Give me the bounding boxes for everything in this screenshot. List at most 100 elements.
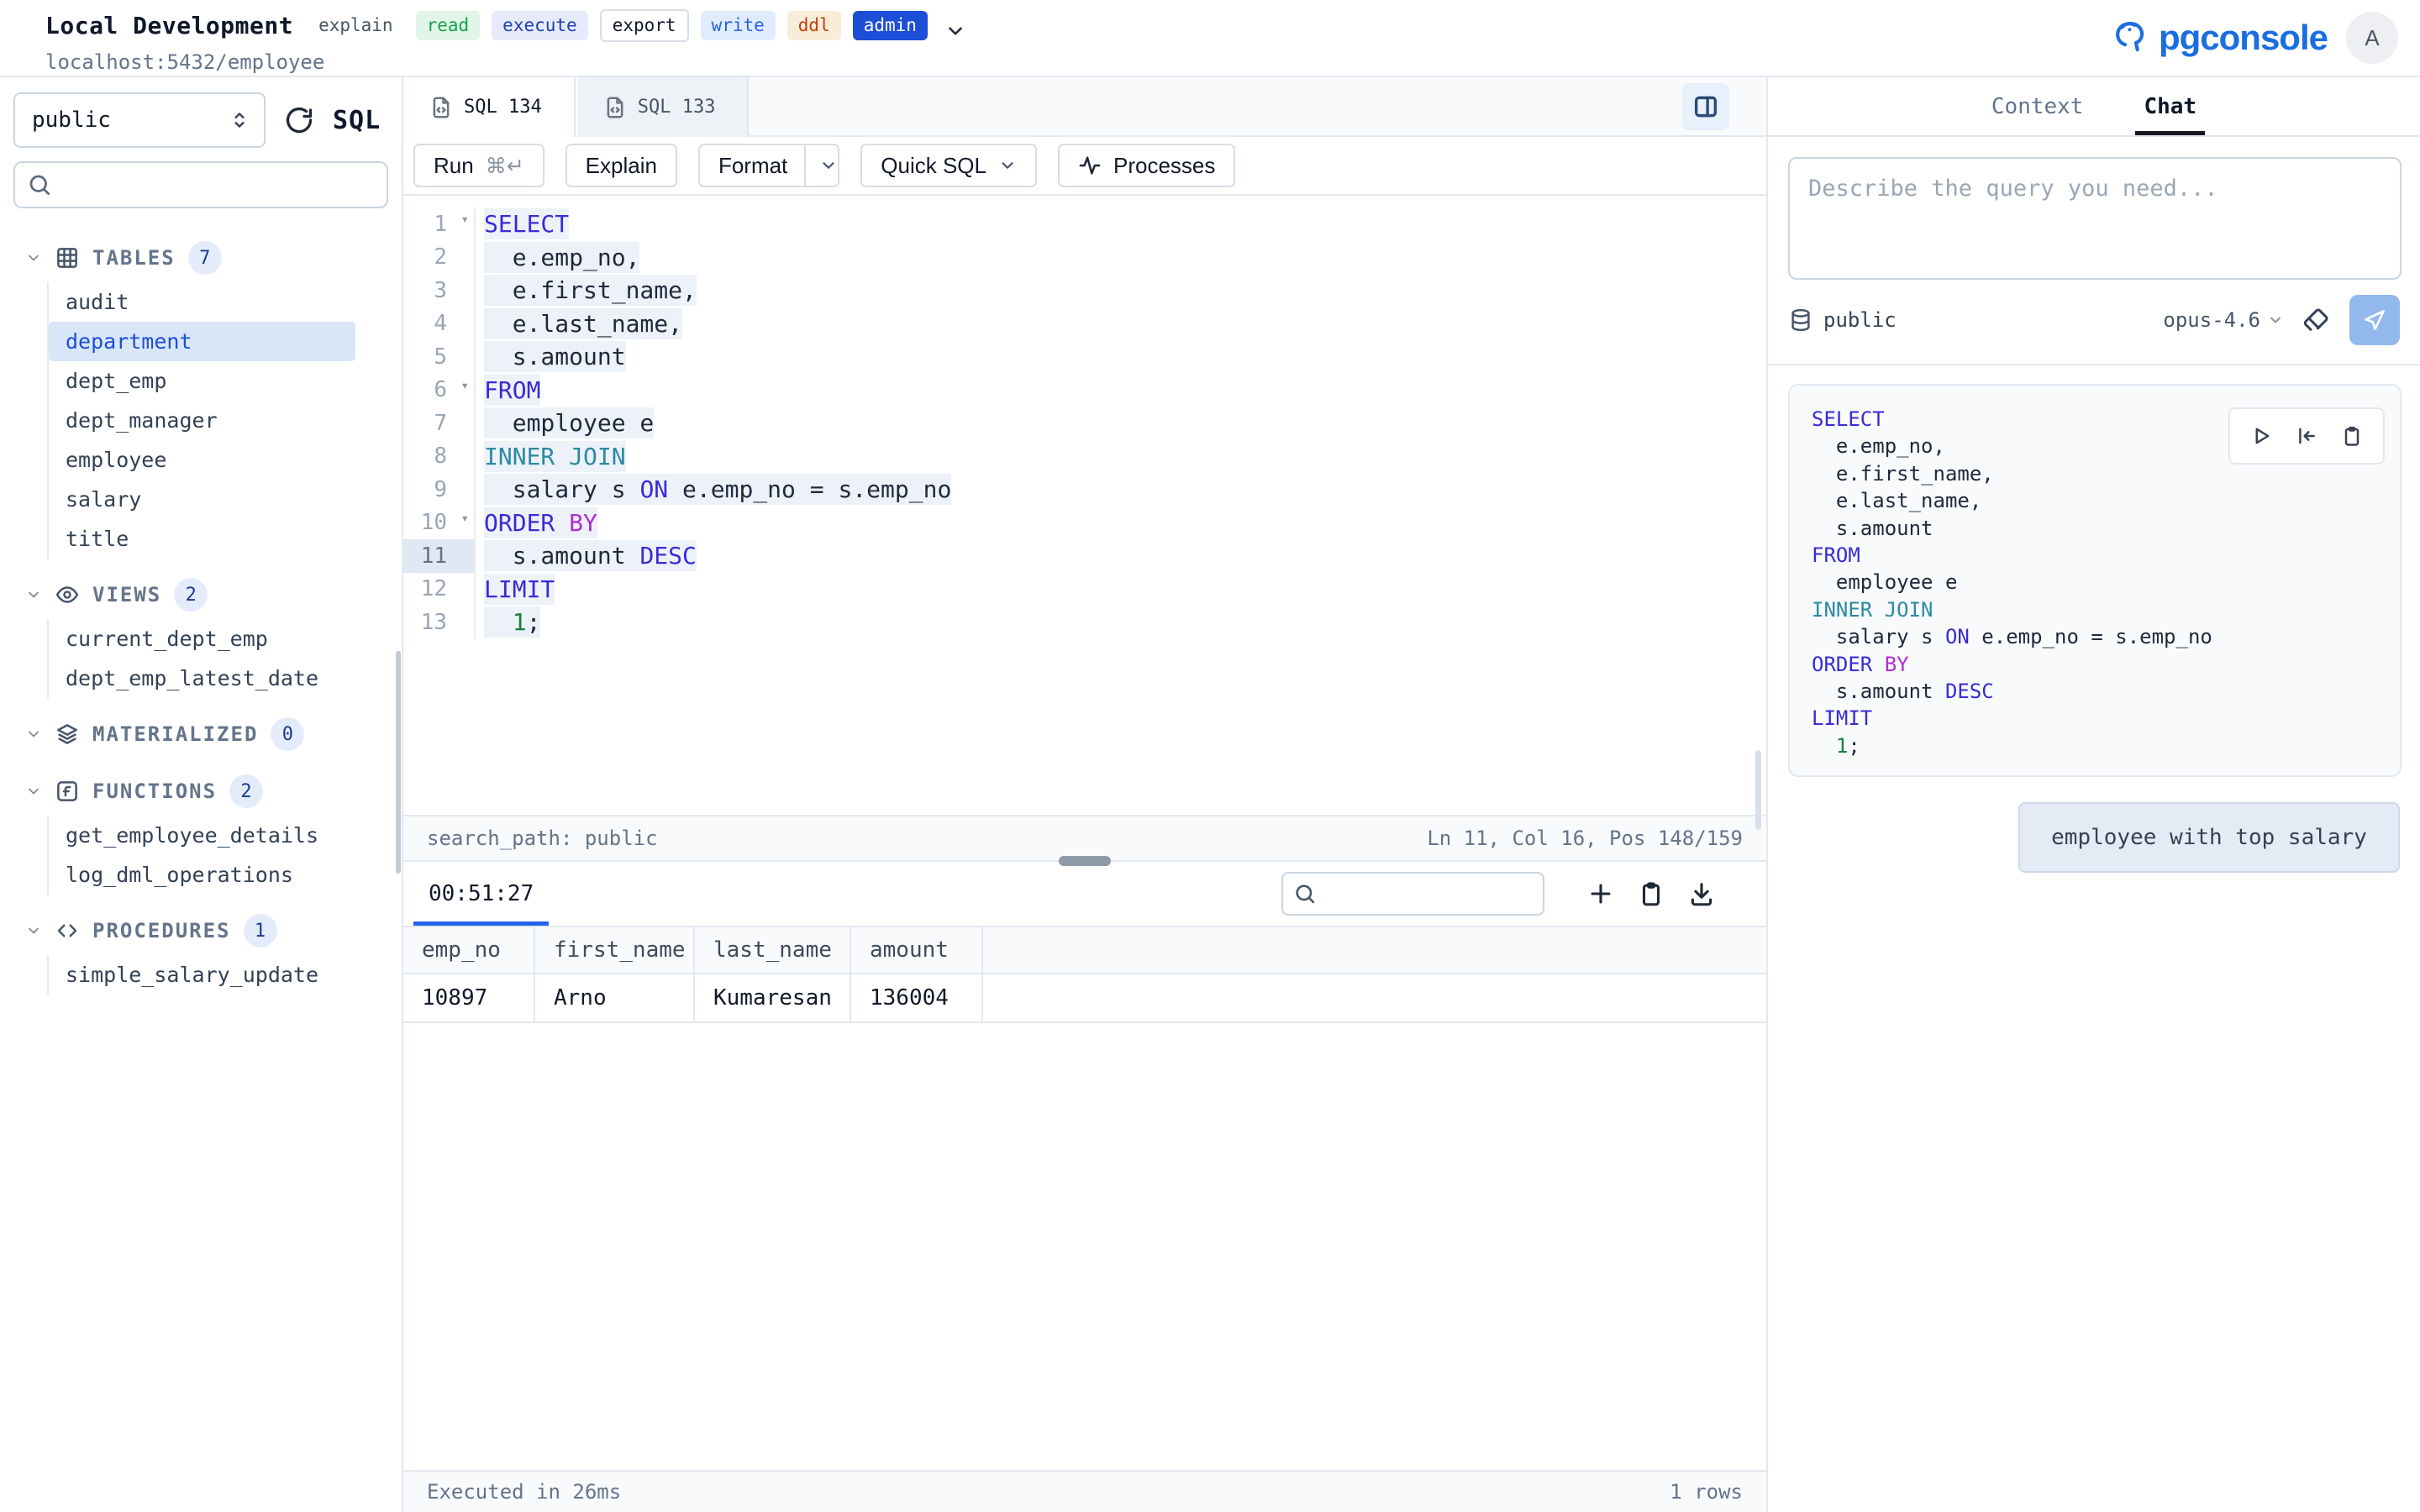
code-line-6: 6▾FROM	[403, 374, 1766, 407]
download-results-button[interactable]	[1687, 879, 1716, 908]
column-header-emp_no[interactable]: emp_no	[403, 927, 535, 973]
result-set-tab[interactable]: 00:51:27	[420, 862, 542, 926]
section-header-procedures[interactable]: PROCEDURES1	[0, 910, 402, 952]
code-content[interactable]: s.amount DESC	[476, 542, 697, 570]
run-button[interactable]: Run ⌘↵	[413, 144, 544, 187]
sql-tab-sql-133[interactable]: SQL 133	[576, 77, 750, 137]
assistant-code-line-12: LIMIT	[1812, 705, 2378, 732]
gutter-line-11[interactable]: 11	[403, 539, 476, 573]
results-search[interactable]	[1281, 872, 1544, 916]
sql-tab-sql-134[interactable]: SQL 134	[403, 77, 576, 137]
section-header-functions[interactable]: FUNCTIONS2	[0, 770, 402, 812]
section-header-views[interactable]: VIEWS2	[0, 574, 402, 616]
code-content[interactable]: FROM	[476, 376, 540, 404]
processes-button[interactable]: Processes	[1058, 144, 1235, 187]
section-views: VIEWS2current_dept_empdept_emp_latest_da…	[0, 574, 402, 698]
tab-context[interactable]: Context	[1991, 77, 2084, 135]
code-content[interactable]: salary s ON e.emp_no = s.emp_no	[476, 475, 951, 503]
clear-chat-button[interactable]	[2302, 306, 2331, 334]
send-button[interactable]	[2349, 295, 2400, 345]
quick-sql-button[interactable]: Quick SQL	[860, 144, 1037, 187]
code-content[interactable]: e.last_name,	[476, 310, 682, 338]
connection-menu-chevron-icon[interactable]	[944, 20, 966, 42]
gutter-line-3[interactable]: 3	[403, 274, 476, 307]
gutter-line-5[interactable]: 5	[403, 340, 476, 374]
code-line-1: 1▾ SELECT	[403, 207, 1766, 241]
add-result-tab-button[interactable]	[1586, 879, 1615, 908]
avatar[interactable]: A	[2346, 12, 2398, 64]
table-row[interactable]: 10897ArnoKumaresan136004	[403, 974, 1766, 1023]
code-content[interactable]: INNER JOIN	[476, 443, 626, 470]
gutter-line-6[interactable]: 6▾	[403, 374, 476, 407]
tree-item-current_dept_emp[interactable]: current_dept_emp	[49, 619, 355, 659]
section-functions: FUNCTIONS2 get_employee_detailslog_dml_op…	[0, 770, 402, 895]
code-icon	[55, 918, 80, 943]
gutter-line-12[interactable]: 12	[403, 573, 476, 606]
code-content[interactable]: LIMIT	[476, 575, 555, 603]
fold-marker-icon[interactable]: ▾	[460, 377, 469, 393]
code-content[interactable]: e.emp_no,	[476, 244, 639, 271]
assistant-tab-bar: Context Chat	[1768, 77, 2420, 137]
insert-sql-button[interactable]	[2295, 424, 2318, 448]
schema-select[interactable]: public	[13, 92, 266, 148]
column-header-first_name[interactable]: first_name	[535, 927, 695, 973]
code-content[interactable]: e.first_name,	[476, 276, 697, 304]
gutter-line-1[interactable]: 1▾	[403, 207, 476, 241]
sql-editor[interactable]: 1▾ SELECT 2 e.emp_no,3 e.first_name,4 e.la…	[403, 196, 1766, 815]
gutter-line-4[interactable]: 4	[403, 307, 476, 341]
gutter-line-10[interactable]: 10▾	[403, 507, 476, 540]
statement-highlight: SELECT	[484, 208, 569, 239]
section-header-materialized[interactable]: MATERIALIZED0	[0, 713, 402, 755]
sidebar-scrollbar[interactable]	[396, 651, 401, 874]
tree-item-audit[interactable]: audit	[49, 282, 355, 322]
results-search-input[interactable]	[1325, 883, 1573, 905]
tree-item-salary[interactable]: salary	[49, 480, 355, 519]
tree-item-dept_emp[interactable]: dept_emp	[49, 361, 355, 401]
results-resize-handle[interactable]	[1059, 856, 1111, 866]
statement-highlight: ORDER BY	[484, 507, 597, 538]
sidebar-search-input[interactable]	[60, 173, 375, 197]
tree-item-employee[interactable]: employee	[49, 440, 355, 480]
tree-item-department[interactable]: department	[49, 322, 355, 361]
gutter-line-13[interactable]: 13	[403, 606, 476, 639]
tree-item-dept_manager[interactable]: dept_manager	[49, 401, 355, 440]
tree-item-dept_emp_latest_date[interactable]: dept_emp_latest_date	[49, 659, 355, 698]
fold-marker-icon[interactable]: ▾	[460, 211, 469, 227]
format-dropdown[interactable]	[804, 145, 838, 186]
format-button[interactable]: Format	[698, 144, 839, 187]
tree-item-log_dml_operations[interactable]: log_dml_operations	[49, 855, 355, 895]
run-suggested-sql-button[interactable]	[2249, 424, 2273, 448]
split-panel-button[interactable]	[1682, 83, 1729, 130]
model-select[interactable]: opus-4.6	[2163, 308, 2284, 332]
copy-results-button[interactable]	[1637, 879, 1665, 908]
fold-marker-icon[interactable]: ▾	[460, 510, 469, 526]
sidebar-search[interactable]	[13, 161, 388, 208]
tree-item-title[interactable]: title	[49, 519, 355, 559]
tree-item-get_employee_details[interactable]: get_employee_details	[49, 816, 355, 855]
gutter-line-2[interactable]: 2	[403, 241, 476, 275]
section-header-tables[interactable]: TABLES7	[0, 237, 402, 279]
tree-item-simple_salary_update[interactable]: simple_salary_update	[49, 955, 355, 995]
assistant-code-line-10: ORDER BY	[1812, 651, 2378, 678]
code-content[interactable]: s.amount	[476, 343, 626, 370]
gutter-line-8[interactable]: 8	[403, 440, 476, 474]
explain-button[interactable]: Explain	[566, 144, 677, 187]
column-header-amount[interactable]: amount	[851, 927, 983, 973]
copy-sql-button[interactable]	[2340, 424, 2364, 448]
gutter-line-9[interactable]: 9	[403, 473, 476, 507]
code-content[interactable]: SELECT	[476, 210, 569, 238]
code-content[interactable]: employee e	[476, 409, 654, 437]
column-header-last_name[interactable]: last_name	[695, 927, 851, 973]
sidebar-sql-toggle[interactable]: SQL	[333, 106, 381, 135]
chevron-down-icon	[25, 249, 42, 266]
refresh-schema-button[interactable]	[284, 105, 314, 135]
insert-left-icon	[2295, 424, 2318, 448]
sql-block-toolbar	[2228, 407, 2385, 465]
editor-scrollbar[interactable]	[1755, 750, 1761, 830]
code-content[interactable]: 1;	[476, 608, 540, 636]
tab-chat[interactable]: Chat	[2144, 77, 2196, 135]
code-content[interactable]: ORDER BY	[476, 509, 597, 537]
gutter-line-7[interactable]: 7	[403, 407, 476, 440]
chat-composer-input[interactable]	[1788, 157, 2402, 280]
code-line-5: 5 s.amount	[403, 340, 1766, 374]
